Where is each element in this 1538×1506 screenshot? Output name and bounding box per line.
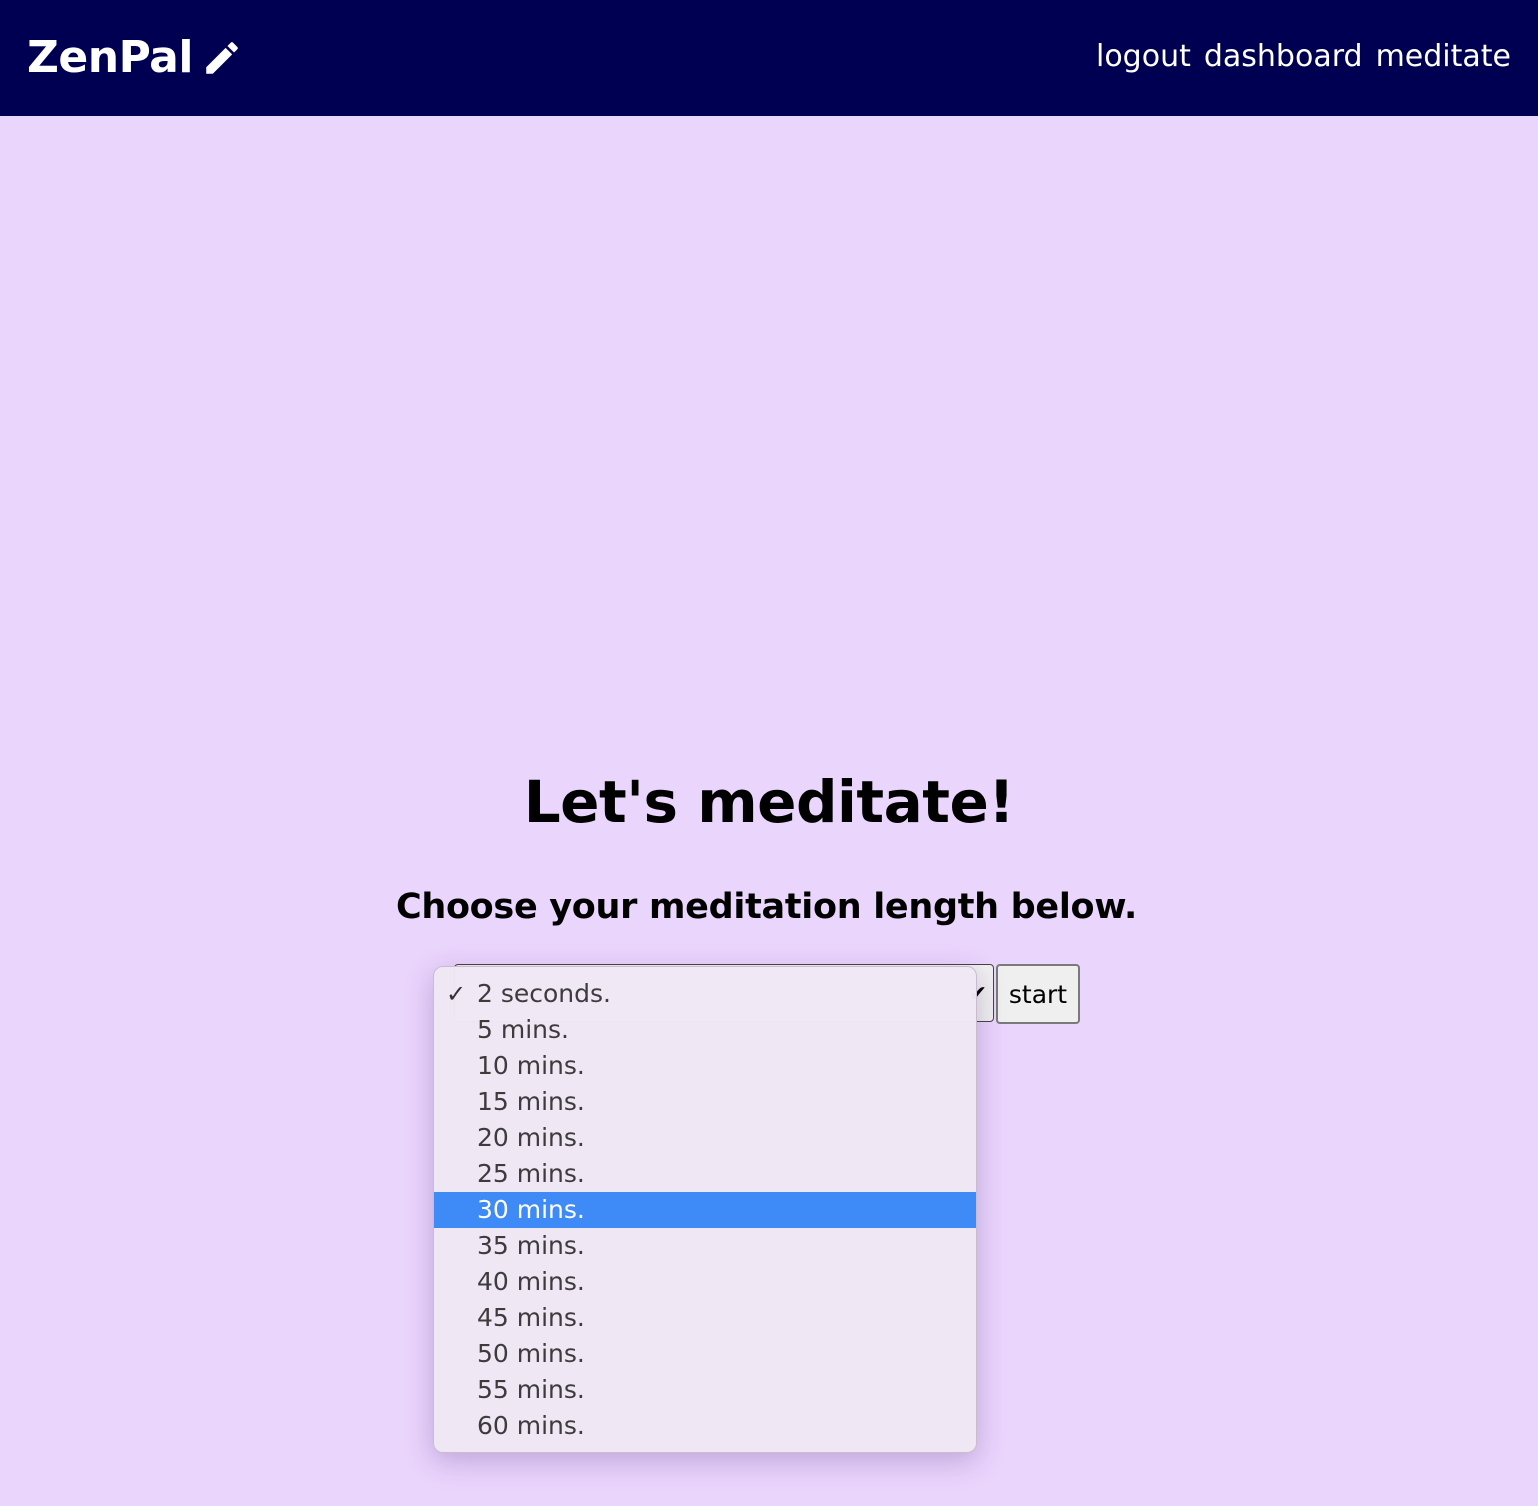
dropdown-option[interactable]: 15 mins.	[434, 1084, 976, 1120]
dropdown-option[interactable]: 60 mins.	[434, 1408, 976, 1444]
nav-link-dashboard[interactable]: dashboard	[1204, 34, 1363, 80]
dropdown-option-label: 60 mins.	[477, 1411, 585, 1440]
nav-links: logout dashboard meditate	[1096, 34, 1511, 80]
page-title: Let's meditate!	[523, 768, 1015, 836]
dropdown-option[interactable]: 45 mins.	[434, 1300, 976, 1336]
dropdown-option[interactable]: 10 mins.	[434, 1048, 976, 1084]
dropdown-option[interactable]: 30 mins.	[434, 1192, 976, 1228]
dropdown-option-label: 45 mins.	[477, 1303, 585, 1332]
dropdown-option[interactable]: 35 mins.	[434, 1228, 976, 1264]
pencil-icon	[201, 37, 243, 79]
brand-logo[interactable]: ZenPal	[27, 30, 243, 86]
dropdown-option[interactable]: 25 mins.	[434, 1156, 976, 1192]
dropdown-option-label: 50 mins.	[477, 1339, 585, 1368]
dropdown-option[interactable]: 40 mins.	[434, 1264, 976, 1300]
brand-name: ZenPal	[27, 32, 193, 83]
dropdown-option-label: 25 mins.	[477, 1159, 585, 1188]
dropdown-option-label: 40 mins.	[477, 1267, 585, 1296]
navbar: ZenPal logout dashboard meditate	[0, 0, 1538, 116]
dropdown-option[interactable]: 20 mins.	[434, 1120, 976, 1156]
checkmark-icon: ✓	[446, 980, 467, 1008]
dropdown-option[interactable]: 5 mins.	[434, 1012, 976, 1048]
dropdown-option[interactable]: 55 mins.	[434, 1372, 976, 1408]
dropdown-option[interactable]: 50 mins.	[434, 1336, 976, 1372]
nav-link-meditate[interactable]: meditate	[1376, 34, 1511, 80]
nav-link-logout[interactable]: logout	[1096, 34, 1191, 80]
start-button[interactable]: start	[996, 964, 1080, 1024]
dropdown-option[interactable]: ✓ 2 seconds.	[434, 976, 976, 1012]
page-subtitle: Choose your meditation length below.	[395, 887, 1138, 927]
meditation-length-dropdown: ✓ 2 seconds. 5 mins. 10 mins. 15 mins. 20 min…	[433, 966, 977, 1453]
dropdown-option-label: 20 mins.	[477, 1123, 585, 1152]
dropdown-option-label: 30 mins.	[477, 1195, 585, 1224]
dropdown-option-label: 15 mins.	[477, 1087, 585, 1116]
dropdown-option-label: 55 mins.	[477, 1375, 585, 1404]
dropdown-option-label: 2 seconds.	[477, 979, 611, 1008]
dropdown-option-label: 5 mins.	[477, 1015, 569, 1044]
dropdown-option-label: 10 mins.	[477, 1051, 585, 1080]
dropdown-option-label: 35 mins.	[477, 1231, 585, 1260]
